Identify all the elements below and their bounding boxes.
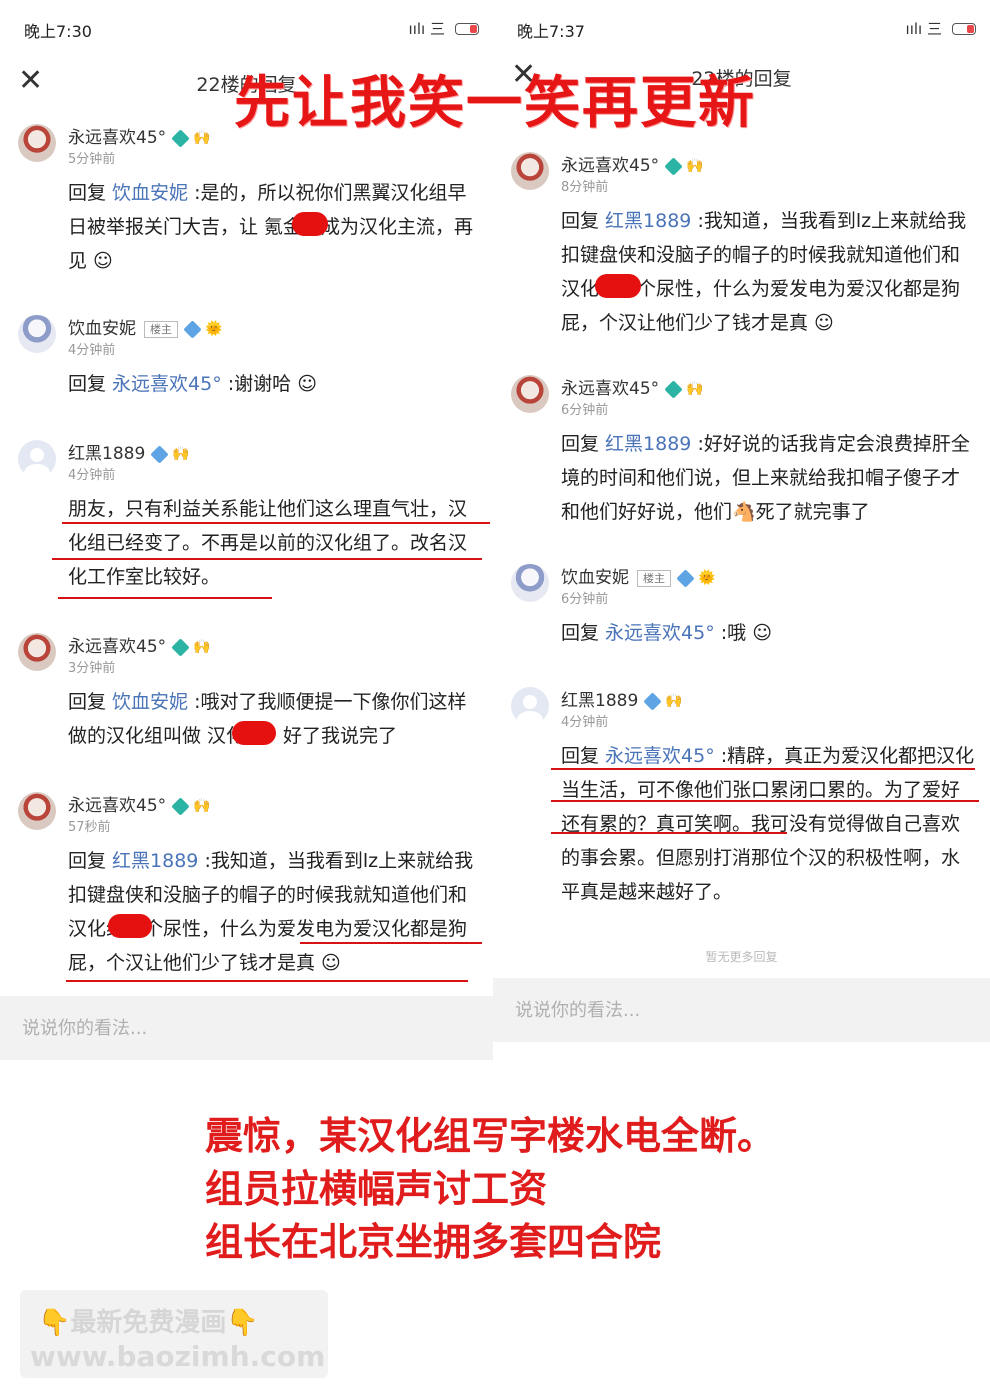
input-placeholder: 说说你的看法... <box>22 1018 148 1039</box>
comment-text: 回复 永远喜欢45° :谢谢哈 ☺ <box>68 373 318 395</box>
avatar[interactable] <box>18 633 56 671</box>
comment-time: 8分钟前 <box>561 180 609 195</box>
hands-icon: 🙌 <box>665 693 683 709</box>
mention-link[interactable]: 永远喜欢45° <box>605 745 715 767</box>
comment-time: 6分钟前 <box>561 403 609 418</box>
red-underline <box>62 522 490 524</box>
comment-time: 6分钟前 <box>561 592 609 607</box>
comment-input[interactable]: 说说你的看法... <box>493 978 990 1042</box>
comment-text: 回复 红黑1889 :我知道，当我看到lz上来就给我扣键盘侠和没脑子的帽子的时候… <box>561 210 967 334</box>
watermark-line-1: 👇最新免费漫画👇 <box>38 1308 259 1338</box>
status-time: 晚上7:37 <box>517 22 585 41</box>
avatar[interactable] <box>511 152 549 190</box>
comment-time: 57秒前 <box>68 820 111 835</box>
user-name[interactable]: 永远喜欢45° 🙌 <box>561 374 704 399</box>
comment-input[interactable]: 说说你的看法... <box>0 996 493 1060</box>
no-more-replies: 暂无更多回复 <box>705 950 778 964</box>
vip-diamond-icon <box>150 444 169 464</box>
comment-time: 5分钟前 <box>68 152 116 167</box>
vip-diamond-icon <box>664 156 683 176</box>
user-name[interactable]: 饮血安妮 楼主 🌞 <box>561 563 715 588</box>
mention-link[interactable]: 永远喜欢45° <box>605 622 715 644</box>
redaction-mark <box>595 274 641 298</box>
headline-overlay: 先让我笑一笑再更新 <box>234 70 756 136</box>
user-name[interactable]: 红黑1889 🙌 <box>68 439 190 464</box>
red-underline <box>52 558 482 560</box>
caption-line-2: 组员拉横幅声讨工资 <box>205 1166 548 1211</box>
hands-icon: 🙌 <box>193 798 211 814</box>
battery-icon <box>952 22 976 35</box>
comment-text: 回复 永远喜欢45° :精辟，真正为爱汉化都把汉化当生活，可不像他们张口累闭口累… <box>561 745 975 903</box>
left-screenshot: 晚上7:30 ıılı 三 ✕ 22楼的回复 永远喜欢45° 🙌 5分钟前 回复 … <box>0 0 493 1060</box>
red-underline <box>551 800 979 802</box>
mention-link[interactable]: 饮血安妮 <box>112 691 188 713</box>
watermark-url: www.baozimh.com <box>30 1340 326 1373</box>
mention-link[interactable]: 红黑1889 <box>605 433 691 455</box>
signal-icon: ıılı 三 <box>905 20 942 38</box>
redaction-mark <box>232 721 276 745</box>
vip-diamond-icon <box>183 319 202 339</box>
op-badge: 楼主 <box>144 320 178 338</box>
vip-diamond-icon <box>643 691 662 711</box>
comment-time: 3分钟前 <box>68 661 116 676</box>
redaction-mark <box>292 212 328 236</box>
vip-diamond-icon <box>664 379 683 399</box>
user-name[interactable]: 永远喜欢45° 🙌 <box>561 151 704 176</box>
mention-link[interactable]: 红黑1889 <box>605 210 691 232</box>
avatar[interactable] <box>511 687 549 725</box>
comment-time: 4分钟前 <box>68 343 116 358</box>
caption-line-3: 组长在北京坐拥多套四合院 <box>205 1219 662 1264</box>
user-name[interactable]: 饮血安妮 楼主 🌞 <box>68 314 222 339</box>
comment-text: 回复 红黑1889 :好好说的话我肯定会浪费掉肝全境的时间和他们说，但上来就给我… <box>561 433 970 523</box>
sun-icon: 🌞 <box>205 321 223 337</box>
comment-text: 回复 永远喜欢45° :哦 ☺ <box>561 622 773 644</box>
avatar[interactable] <box>18 315 56 353</box>
signal-icon: ıılı 三 <box>408 20 445 38</box>
user-name[interactable]: 红黑1889 🙌 <box>561 686 683 711</box>
status-time: 晚上7:30 <box>24 22 92 41</box>
comment-text: 朋友，只有利益关系能让他们这么理直气壮，汉化组已经变了。不再是以前的汉化组了。改… <box>68 498 468 588</box>
op-badge: 楼主 <box>637 569 671 587</box>
red-underline <box>300 942 482 944</box>
avatar[interactable] <box>511 564 549 602</box>
caption-line-1: 震惊，某汉化组写字楼水电全断。 <box>205 1113 776 1158</box>
comment-text: 回复 饮血安妮 :哦对了我顺便提一下像你们这样做的汉化组叫做 汉化组，好了我说完… <box>68 691 467 747</box>
user-name[interactable]: 永远喜欢45° 🙌 <box>68 791 211 816</box>
red-underline <box>58 597 272 599</box>
hands-icon: 🙌 <box>193 639 211 655</box>
comment-text: 回复 红黑1889 :我知道，当我看到lz上来就给我扣键盘侠和没脑子的帽子的时候… <box>68 850 474 974</box>
sun-icon: 🌞 <box>698 570 716 586</box>
red-underline <box>551 768 975 770</box>
vip-diamond-icon <box>171 796 190 816</box>
avatar[interactable] <box>18 792 56 830</box>
hands-icon: 🙌 <box>686 158 704 174</box>
input-placeholder: 说说你的看法... <box>515 1000 641 1021</box>
mention-link[interactable]: 饮血安妮 <box>112 182 188 204</box>
user-name[interactable]: 永远喜欢45° 🙌 <box>68 632 211 657</box>
hands-icon: 🙌 <box>686 381 704 397</box>
mention-link[interactable]: 红黑1889 <box>112 850 198 872</box>
avatar[interactable] <box>511 375 549 413</box>
vip-diamond-icon <box>676 568 695 588</box>
status-icons: ıılı 三 <box>906 18 976 39</box>
red-underline <box>66 980 468 982</box>
right-screenshot: 晚上7:37 ıılı 三 ✕ 22楼的回复 永远喜欢45° 🙌 8分钟前 回复 … <box>493 0 990 1060</box>
mention-link[interactable]: 永远喜欢45° <box>112 373 222 395</box>
comment-text: 回复 饮血安妮 :是的，所以祝你们黑翼汉化组早日被举报关门大吉，让 氪金屋成为汉… <box>68 182 474 272</box>
hands-icon: 🙌 <box>172 446 190 462</box>
battery-icon <box>455 22 479 35</box>
vip-diamond-icon <box>171 637 190 657</box>
comment-time: 4分钟前 <box>561 715 609 730</box>
comment-time: 4分钟前 <box>68 468 116 483</box>
avatar[interactable] <box>18 440 56 478</box>
watermark: 👇最新免费漫画👇 www.baozimh.com <box>20 1290 328 1378</box>
red-underline <box>551 832 787 834</box>
redaction-mark <box>108 914 152 938</box>
status-icons: ıılı 三 <box>409 18 479 39</box>
